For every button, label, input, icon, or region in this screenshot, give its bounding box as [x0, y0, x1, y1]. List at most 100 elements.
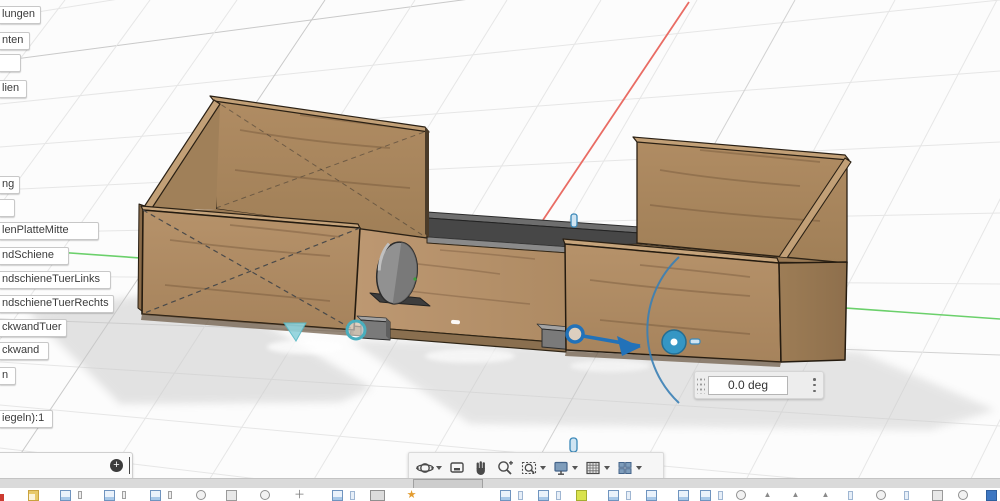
- rotation-angle-input[interactable]: [708, 376, 788, 395]
- display-settings-icon: [552, 459, 570, 477]
- timeline-feature-blue-icon[interactable]: [150, 490, 161, 501]
- timeline-feature-circle-icon[interactable]: [736, 490, 746, 500]
- viewports-icon: [616, 459, 634, 477]
- timeline-feature-tag-icon[interactable]: [122, 491, 126, 499]
- timeline-feature-tag-icon[interactable]: [78, 491, 82, 499]
- browser-label[interactable]: ndSchiene: [0, 247, 69, 265]
- timeline-feature-solidblue-icon[interactable]: [986, 490, 997, 501]
- timeline-feature-blue-icon[interactable]: [500, 490, 511, 501]
- text-caret: [129, 457, 131, 474]
- grid-icon: [584, 459, 602, 477]
- orbit-button[interactable]: [414, 456, 444, 480]
- timeline-feature-blue-icon[interactable]: [332, 490, 343, 501]
- timeline-feature-circle-icon[interactable]: [876, 490, 886, 500]
- left-box-door[interactable]: [141, 206, 360, 330]
- browser-label[interactable]: lien: [0, 80, 27, 98]
- browser-label[interactable]: ckwand: [0, 342, 49, 360]
- chevron-down-icon[interactable]: [572, 466, 578, 470]
- timeline-feature-half-icon[interactable]: [848, 491, 853, 500]
- timeline-feature-graybox-icon[interactable]: [370, 490, 385, 501]
- model-bodies[interactable]: [138, 96, 851, 367]
- timeline-feature-half-icon[interactable]: [718, 491, 723, 500]
- timeline-feature-tri-icon[interactable]: ▲: [820, 490, 831, 501]
- timeline-feature-half-icon[interactable]: [556, 491, 561, 500]
- timeline-feature-blue-icon[interactable]: [678, 490, 689, 501]
- browser-label-text: lungen: [2, 8, 35, 20]
- zoom-magnifier-icon: [496, 459, 514, 477]
- timeline-feature-tag-icon[interactable]: [168, 491, 172, 499]
- pan-button[interactable]: [470, 456, 492, 480]
- browser-label[interactable]: ndschieneTuerLinks: [0, 271, 111, 289]
- browser-label[interactable]: lungen: [0, 6, 41, 24]
- timeline-feature-blue-icon[interactable]: [700, 490, 711, 501]
- browser-label-text: lien: [2, 82, 19, 94]
- zoom-button[interactable]: [494, 456, 516, 480]
- joint-flag-icon: [570, 438, 577, 452]
- look-at-icon: [448, 459, 466, 477]
- timeline-feature-sel-icon[interactable]: [576, 490, 587, 501]
- pivot-ring-icon[interactable]: [567, 326, 583, 342]
- browser-label[interactable]: lenPlatteMitte: [0, 222, 99, 240]
- fusion-viewport: { "sidebar": { "labels": [ {"text":"lung…: [0, 0, 1000, 501]
- browser-label[interactable]: ng: [0, 176, 20, 194]
- joint-flag-icon: [571, 214, 577, 227]
- timeline-feature-blue-icon[interactable]: [538, 490, 549, 501]
- browser-label[interactable]: [0, 54, 21, 72]
- timeline-marker: [0, 494, 4, 501]
- browser-label-text: ng: [2, 178, 14, 190]
- timeline-feature-blue-icon[interactable]: [646, 490, 657, 501]
- snap-ring-icon[interactable]: [347, 321, 365, 339]
- timeline-feature-blue-icon[interactable]: [104, 490, 115, 501]
- drag-dots-icon[interactable]: [697, 376, 705, 394]
- browser-label[interactable]: iegeln):1: [0, 410, 53, 428]
- chevron-down-icon[interactable]: [540, 466, 546, 470]
- timeline-feature-sketch-icon[interactable]: [28, 490, 39, 501]
- fit-icon: [520, 459, 538, 477]
- timeline-feature-circle-icon[interactable]: [196, 490, 206, 500]
- orbit-icon: [416, 459, 434, 477]
- browser-label-text: ndschieneTuerRechts: [2, 297, 109, 309]
- chevron-down-icon[interactable]: [436, 466, 442, 470]
- look-at-button[interactable]: [446, 456, 468, 480]
- display-settings-button[interactable]: [550, 456, 580, 480]
- timeline-feature-plus-icon[interactable]: ＋: [294, 490, 305, 501]
- chevron-down-icon[interactable]: [604, 466, 610, 470]
- timeline-feature-half-icon[interactable]: [626, 491, 631, 500]
- snap-dash-icon[interactable]: [690, 339, 700, 344]
- timeline-feature-tri-icon[interactable]: ▲: [762, 490, 773, 501]
- fit-button[interactable]: [518, 456, 548, 480]
- kebab-menu-icon[interactable]: [813, 378, 817, 392]
- timeline-feature-gray-icon[interactable]: [932, 490, 943, 501]
- browser-label[interactable]: n: [0, 367, 16, 385]
- timeline-feature-circle-icon[interactable]: [958, 490, 968, 500]
- timeline-feature-circle-icon[interactable]: [260, 490, 270, 500]
- right-box[interactable]: [563, 137, 851, 367]
- grid-snaps-button[interactable]: [582, 456, 612, 480]
- timeline-feature-half-icon[interactable]: [518, 491, 523, 500]
- timeline-feature-gray-icon[interactable]: [226, 490, 237, 501]
- timeline-feature-tri-icon[interactable]: ▲: [790, 490, 801, 501]
- browser-label[interactable]: [0, 199, 15, 217]
- viewports-button[interactable]: [614, 456, 644, 480]
- timeline-feature-half-icon[interactable]: [904, 491, 909, 500]
- timeline-feature-half-icon[interactable]: [350, 491, 355, 500]
- scene-canvas[interactable]: [0, 0, 1000, 501]
- chevron-down-icon[interactable]: [636, 466, 642, 470]
- pan-hand-icon: [472, 459, 490, 477]
- browser-label-text: ndSchiene: [2, 249, 54, 261]
- browser-label-text: ckwand: [2, 344, 39, 356]
- browser-label-text: ckwandTuer: [2, 321, 62, 333]
- timeline-feature-blue-icon[interactable]: [608, 490, 619, 501]
- browser-label[interactable]: ckwandTuer: [0, 319, 67, 337]
- browser-label-text: lenPlatteMitte: [2, 224, 69, 236]
- timeline-icons: ＋ ★ ▲ ▲ ▲: [0, 488, 1000, 501]
- add-comment-icon[interactable]: +: [110, 459, 123, 472]
- browser-label-text: iegeln):1: [2, 412, 44, 424]
- browser-label-text: ndschieneTuerLinks: [2, 273, 100, 285]
- browser-label[interactable]: ndschieneTuerRechts: [0, 295, 114, 313]
- browser-label-text: n: [2, 369, 8, 381]
- timeline-feature-star-icon[interactable]: ★: [406, 490, 417, 501]
- timeline-feature-blue-icon[interactable]: [60, 490, 71, 501]
- browser-label[interactable]: nten: [0, 32, 30, 50]
- comment-bar[interactable]: +: [0, 452, 133, 480]
